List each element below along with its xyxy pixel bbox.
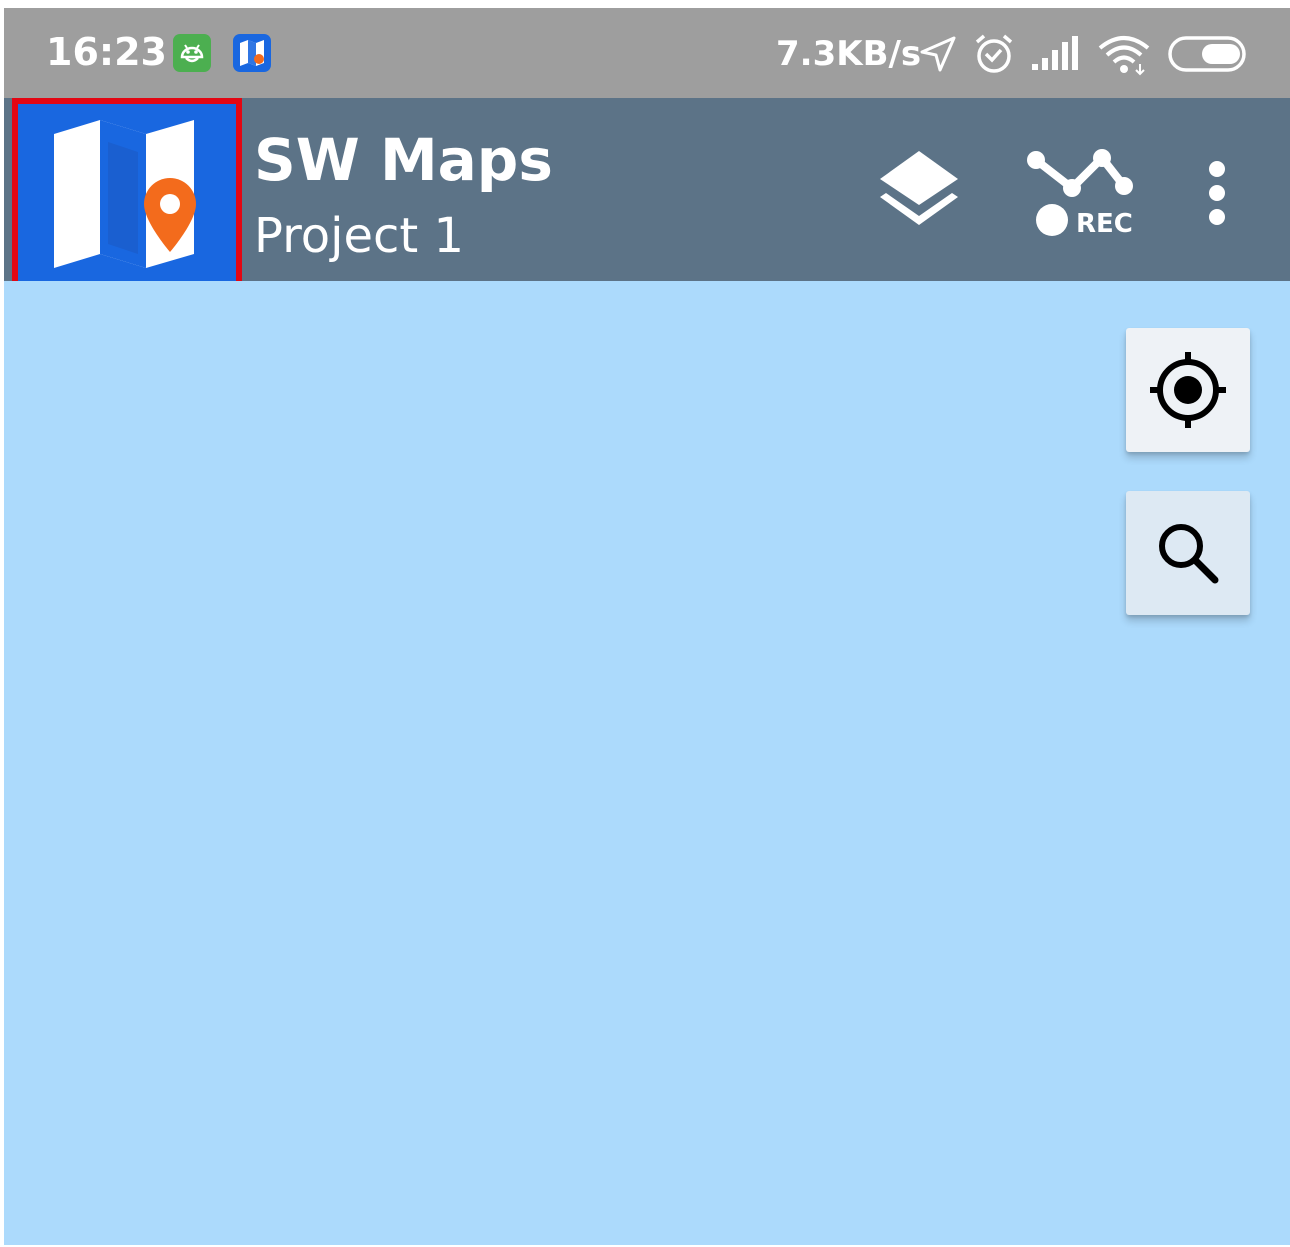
search-icon: [1159, 524, 1219, 584]
more-vert-icon: [1209, 161, 1225, 225]
wifi-icon: [1098, 36, 1150, 76]
phone-screen: 16:23 7.3KB/s SW Maps Project 1 REC: [4, 8, 1290, 1245]
android-icon: [173, 34, 211, 72]
status-bar: 16:23 7.3KB/s: [4, 8, 1290, 98]
project-name: Project 1: [254, 208, 465, 264]
sw-maps-notification-icon: [233, 34, 271, 72]
layers-button[interactable]: [874, 143, 964, 233]
location-arrow-icon: [920, 36, 956, 72]
app-title: SW Maps: [254, 126, 553, 194]
status-time: 16:23: [46, 30, 167, 74]
alarm-icon: [975, 34, 1013, 73]
rec-label: REC: [1076, 209, 1133, 238]
app-bar: SW Maps Project 1 REC: [4, 98, 1290, 293]
battery-icon: [1168, 36, 1246, 72]
rec-track-icon: REC: [1027, 149, 1133, 239]
signal-icon: [1032, 36, 1078, 70]
sw-maps-logo-icon: [54, 120, 196, 268]
more-options-button[interactable]: [1192, 153, 1242, 233]
map-view[interactable]: [4, 281, 1290, 1245]
my-location-button[interactable]: [1126, 328, 1250, 452]
record-track-button[interactable]: REC: [1020, 138, 1140, 239]
app-logo[interactable]: [12, 98, 242, 293]
gps-crosshair-icon: [1150, 352, 1226, 428]
search-button[interactable]: [1126, 491, 1250, 615]
layers-icon: [880, 151, 958, 225]
network-speed: 7.3KB/s: [776, 34, 922, 74]
